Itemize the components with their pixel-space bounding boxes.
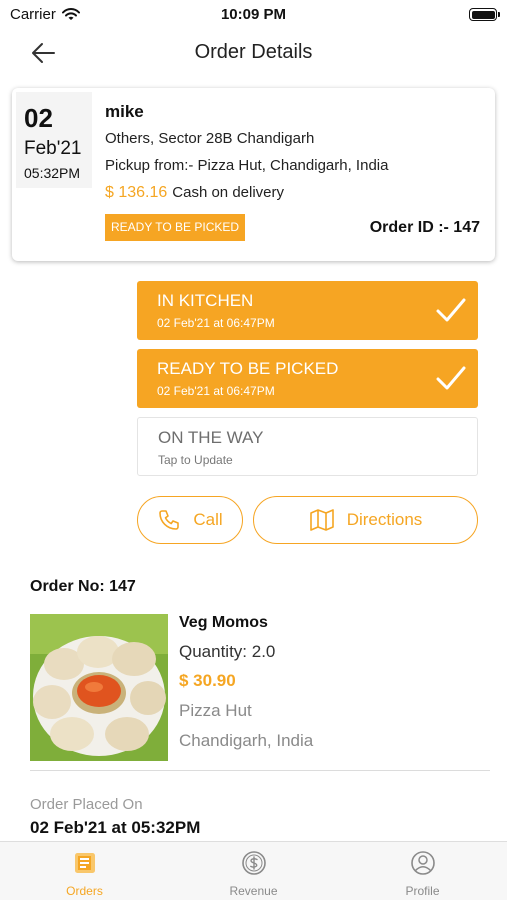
step-title: IN KITCHEN [157, 291, 254, 310]
step-title: READY TO BE PICKED [157, 359, 339, 378]
payment-info: $ 136.16 Cash on delivery [105, 184, 284, 202]
tab-profile[interactable]: Profile [338, 842, 507, 900]
pickup-location: Pickup from:- Pizza Hut, Chandigarh, Ind… [105, 157, 389, 174]
item-name: Veg Momos [179, 614, 268, 631]
item-price: $ 30.90 [179, 671, 236, 690]
order-date-box: 02 Feb'21 05:32PM [16, 92, 92, 188]
status-badge: READY TO BE PICKED [105, 214, 246, 241]
call-button[interactable]: Call [137, 496, 243, 544]
call-label: Call [193, 510, 223, 529]
payment-method: Cash on delivery [172, 184, 285, 201]
step-ready-to-be-picked[interactable]: READY TO BE PICKED 02 Feb'21 at 06:47PM [137, 349, 478, 408]
tab-revenue[interactable]: Revenue [169, 842, 338, 900]
tab-label: Orders [66, 884, 103, 898]
step-in-kitchen[interactable]: IN KITCHEN 02 Feb'21 at 06:47PM [137, 281, 478, 340]
order-summary-card: 02 Feb'21 05:32PM mike Others, Sector 28… [12, 88, 495, 261]
map-icon [309, 509, 334, 531]
tab-orders[interactable]: Orders [0, 842, 169, 900]
item-store: Pizza Hut [179, 701, 252, 720]
tab-label: Profile [405, 884, 440, 898]
profile-icon [411, 851, 435, 875]
clock: 10:09 PM [220, 6, 287, 23]
tab-label: Revenue [229, 884, 278, 898]
order-placed-value: 02 Feb'21 at 05:32PM [30, 818, 201, 837]
step-timestamp: 02 Feb'21 at 06:47PM [157, 316, 275, 330]
tab-bar: Orders Revenue Profile [0, 841, 507, 900]
status-bar: Carrier 10:09 PM [0, 0, 507, 30]
customer-name: mike [105, 102, 144, 121]
page-title: Order Details [194, 41, 313, 63]
phone-icon [159, 510, 180, 530]
order-id: Order ID :- 147 [369, 219, 480, 236]
orders-icon [75, 853, 95, 873]
directions-button[interactable]: Directions [253, 496, 478, 544]
order-number: Order No: 147 [30, 578, 136, 595]
step-title: ON THE WAY [158, 428, 264, 447]
customer-address: Others, Sector 28B Chandigarh [105, 130, 315, 147]
item-location: Chandigarh, India [179, 731, 314, 750]
step-hint: Tap to Update [158, 453, 233, 467]
order-day: 02 [24, 103, 53, 133]
divider [30, 770, 490, 771]
check-icon [436, 366, 466, 390]
order-amount: $ 136.16 [105, 184, 168, 201]
order-placed-label: Order Placed On [30, 796, 143, 813]
directions-label: Directions [346, 510, 423, 529]
order-time: 05:32PM [24, 165, 81, 181]
step-on-the-way[interactable]: ON THE WAY Tap to Update [137, 417, 478, 476]
step-timestamp: 02 Feb'21 at 06:47PM [157, 384, 275, 398]
item-image [30, 614, 168, 761]
nav-bar: Order Details [0, 30, 507, 76]
item-quantity: Quantity: 2.0 [179, 642, 276, 661]
order-month: Feb'21 [24, 138, 82, 159]
battery-icon [469, 8, 500, 21]
revenue-icon [242, 851, 266, 875]
check-icon [436, 298, 466, 322]
